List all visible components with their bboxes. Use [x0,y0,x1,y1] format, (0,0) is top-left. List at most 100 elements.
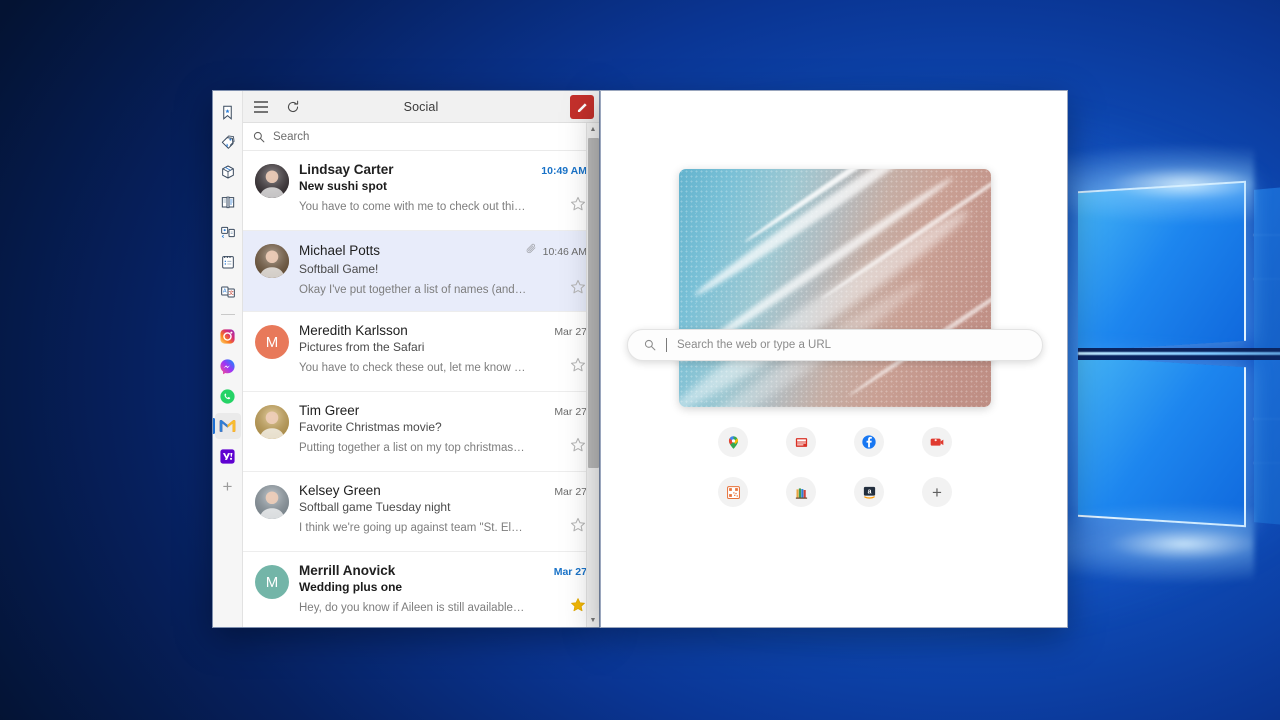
whatsapp-icon [220,388,235,404]
devices-transfer-icon [220,226,235,238]
ntp-search-box[interactable]: Search the web or type a URL [627,329,1043,361]
avatar[interactable] [255,244,289,278]
mail-list-item[interactable]: M Meredith Karlsson Mar 27 Pictures from th… [243,312,599,392]
avatar[interactable]: M [255,325,289,359]
mail-list-item[interactable]: M Merrill Anovick Mar 27 Wedding plus one He… [243,552,599,627]
mail-sender: Kelsey Green [299,483,381,498]
shortcut-google-maps[interactable] [718,427,748,457]
open-book-icon [221,196,234,209]
avatar[interactable] [255,485,289,519]
mail-item-body: Michael Potts 10:46 AM Softball Game! Okay … [299,242,589,301]
shortcut-add[interactable]: + [922,477,952,507]
shortcut-qr-code-site[interactable] [718,477,748,507]
shortcut-youtube[interactable] [922,427,952,457]
mail-list-item[interactable]: Tim Greer Mar 27 Favorite Christmas movie?… [243,392,599,472]
messenger-icon [220,358,235,374]
mail-subject: Wedding plus one [299,580,403,594]
sidebar-item-drop[interactable] [215,219,241,245]
sidebar-item-add[interactable]: + [215,473,241,499]
sidebar-item-messenger[interactable] [215,353,241,379]
flag-pane-bottom-left [1078,356,1246,528]
mail-item-body: Lindsay Carter 10:49 AM New sushi spot You … [299,162,589,220]
yahoo-icon [220,448,235,464]
sidebar-item-dictionary[interactable] [215,189,241,215]
box-icon [221,165,234,179]
star-outline-icon [570,517,586,532]
mail-scrollbar[interactable]: ▲ ▼ [586,123,599,627]
mail-snippet: You have to check these out, let me know… [299,361,526,374]
mail-list-item[interactable]: Lindsay Carter 10:49 AM New sushi spot You … [243,151,599,231]
sidebar-item-gmail[interactable] [213,413,241,439]
red-video-icon [930,438,944,446]
mail-sender: Lindsay Carter [299,162,394,177]
mail-list-item[interactable]: Kelsey Green Mar 27 Softball game Tuesday … [243,472,599,552]
mail-snippet: I think we're going up against team "St.… [299,521,523,534]
facebook-icon [862,435,876,449]
attachment-clip-icon [526,243,536,254]
windows-logo-flag [1004,144,1280,584]
map-pin-icon [728,435,738,449]
clipboard-list-icon [221,256,234,269]
hamburger-menu-icon[interactable] [251,97,271,117]
shortcut-amazon[interactable]: a [854,477,884,507]
refresh-icon[interactable] [283,97,303,117]
star-button[interactable] [569,436,587,459]
search-icon [644,339,656,351]
text-caret [666,338,667,352]
avatar[interactable] [255,405,289,439]
mail-item-body: Merrill Anovick Mar 27 Wedding plus one Hey… [299,563,589,621]
mail-item-body: Tim Greer Mar 27 Favorite Christmas movie?… [299,403,589,461]
sidebar-item-yahoo[interactable] [215,443,241,469]
star-button[interactable] [569,356,587,379]
mail-timestamp: 10:46 AM [542,246,587,258]
mail-search-placeholder: Search [273,130,310,143]
mail-snippet: Putting together a list on my top christ… [299,441,525,454]
browser-window: Search the web or type a URL a + [600,90,1068,628]
sidebar-item-instagram[interactable] [215,323,241,349]
svg-text:a: a [867,488,871,495]
flag-pane-bottom-right [1254,348,1280,546]
search-icon [253,131,265,142]
mail-message-list[interactable]: Lindsay Carter 10:49 AM New sushi spot You … [243,151,599,627]
star-outline-icon [570,357,586,372]
avatar[interactable] [255,164,289,198]
star-button[interactable] [569,195,587,218]
amazon-icon: a [863,486,875,499]
shortcut-news[interactable] [786,427,816,457]
mail-sender: Merrill Anovick [299,563,396,578]
star-button[interactable] [569,516,587,539]
compose-pencil-icon [577,102,587,112]
sidebar-item-whatsapp[interactable] [215,383,241,409]
star-button[interactable] [569,278,587,301]
mail-snippet: You have to come with me to check out th… [299,200,526,213]
sidebar-item-package-tracking[interactable] [215,159,241,185]
colored-books-icon [795,487,807,499]
ntp-shortcut-grid: a + [699,427,971,507]
avatar[interactable]: M [255,565,289,599]
mail-snippet: Hey, do you know if Aileen is still avai… [299,601,525,614]
flag-seam-highlight [1078,352,1280,355]
compose-button[interactable] [570,95,594,119]
scrollbar-down-arrow[interactable]: ▼ [587,614,600,627]
flag-pane-top-right [1254,166,1280,364]
orange-qr-icon [726,485,740,499]
sidebar-item-translate[interactable]: A 文 [215,279,241,305]
shortcut-books[interactable] [786,477,816,507]
mail-search-field[interactable]: Search [243,123,599,151]
scrollbar-track[interactable] [587,136,600,614]
contact-photo [255,405,289,439]
star-button[interactable] [569,596,587,619]
scrollbar-up-arrow[interactable]: ▲ [587,123,600,136]
scrollbar-thumb[interactable] [587,138,599,468]
shortcut-facebook[interactable] [854,427,884,457]
mail-timestamp: Mar 27 [554,406,587,418]
star-outline-icon [570,437,586,452]
mail-item-body: Meredith Karlsson Mar 27 Pictures from the… [299,323,589,381]
sidebar-item-tools[interactable] [215,249,241,275]
sidebar-item-shopping[interactable] [215,129,241,155]
mail-list-item[interactable]: Michael Potts 10:46 AM Softball Game! Okay … [243,231,599,312]
mail-sender: Meredith Karlsson [299,323,408,338]
sidebar-item-collections[interactable] [215,99,241,125]
star-filled-icon [571,598,585,612]
mail-snippet: Okay I've put together a list of names (… [299,283,527,296]
